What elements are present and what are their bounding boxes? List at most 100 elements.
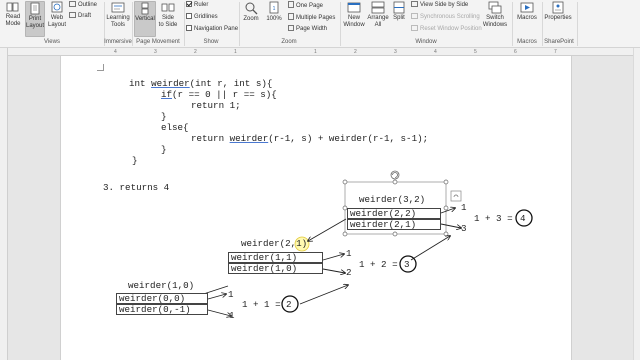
split-button[interactable]: Split [390, 1, 408, 37]
show-group-label: Show [203, 39, 219, 45]
side-to-side-label: Side to Side [158, 15, 178, 28]
return-value: 1 [228, 289, 234, 300]
outline-button[interactable]: Outline [69, 1, 97, 9]
draft-button[interactable]: Draft [69, 12, 91, 20]
reset-window-position-label: Reset Window Position [420, 26, 482, 32]
new-window-button[interactable]: New Window [342, 1, 366, 37]
arrange-all-label: Arrange All [367, 15, 389, 28]
multiple-pages-button[interactable]: Multiple Pages [288, 13, 335, 22]
web-layout-button[interactable]: Web Layout [47, 1, 67, 37]
macros-icon [520, 2, 534, 13]
new-window-icon [347, 2, 361, 13]
node-title-1-0: weirder(1,0) [128, 280, 195, 291]
node-child-1-0: weirder(1,0) [228, 263, 323, 274]
sharepoint-group-label: SharePoint [544, 39, 574, 45]
web-layout-label: Web Layout [47, 15, 66, 28]
one-page-button[interactable]: One Page [288, 1, 323, 10]
ruler-label: Ruler [194, 2, 209, 8]
result-value: 4 [520, 213, 526, 224]
one-page-icon [288, 1, 294, 8]
multiple-pages-icon [288, 13, 294, 20]
rotate-handle-icon[interactable] [390, 170, 400, 180]
node-child-1-1: weirder(1,1) [228, 252, 323, 263]
synchronous-scrolling-label: Synchronous Scrolling [420, 14, 480, 20]
ruler-number: 3 [154, 49, 157, 55]
learning-tools-button[interactable]: Learning Tools [106, 1, 130, 37]
switch-windows-label: Switch Windows [482, 15, 508, 28]
learning-tools-icon [111, 2, 125, 13]
side-by-side-icon [411, 1, 418, 7]
node-child-0-0: weirder(0,0) [116, 293, 208, 304]
page-movement-group-label: Page Movement [136, 39, 180, 45]
vertical-button[interactable]: Vertical [134, 1, 156, 37]
print-layout-label: Print Layout [26, 16, 45, 29]
document-page[interactable]: int weirder(int r, int s){ if(r == 0 || … [60, 56, 572, 360]
svg-text:1: 1 [273, 6, 276, 12]
vertical-pages-icon [141, 2, 149, 15]
sum-expression: 1 + 2 = [359, 259, 398, 270]
gridlines-label: Gridlines [194, 14, 218, 20]
page-width-button[interactable]: Page Width [288, 25, 327, 33]
view-side-by-side-button[interactable]: View Side by Side [411, 1, 468, 9]
gridlines-checkbox[interactable]: Gridlines [186, 13, 218, 21]
globe-page-icon [51, 1, 63, 13]
arrange-all-button[interactable]: Arrange All [367, 1, 389, 37]
properties-button[interactable]: Properties [544, 1, 572, 37]
zoom-100-button[interactable]: 1 100% [263, 1, 285, 37]
multiple-pages-label: Multiple Pages [296, 15, 336, 21]
read-mode-label: Read Mode [5, 14, 21, 27]
navigation-pane-label: Navigation Pane [194, 26, 239, 32]
draft-icon [69, 12, 76, 18]
views-group-label: Views [44, 39, 60, 45]
zoom-label: Zoom [243, 16, 259, 22]
ruler-number: 2 [194, 49, 197, 55]
ruler-number: 5 [474, 49, 477, 55]
immersive-group-label: Immersive [104, 39, 132, 45]
read-mode-button[interactable]: Read Mode [2, 1, 24, 37]
navigation-pane-check-icon [186, 25, 192, 31]
page-width-label: Page Width [296, 26, 328, 32]
magnifier-icon [245, 2, 258, 15]
return-value: 3 [461, 223, 467, 234]
ruler-checkbox[interactable]: Ruler [186, 1, 208, 9]
arrange-all-icon [371, 1, 385, 14]
horizontal-ruler[interactable]: 4 3 2 1 1 2 3 4 5 6 7 [8, 48, 633, 56]
ruler-number: 6 [514, 49, 517, 55]
layout-options-icon[interactable] [450, 190, 462, 202]
print-layout-button[interactable]: Print Layout [25, 1, 45, 37]
result-value: 2 [286, 299, 292, 310]
group-separator [577, 2, 578, 46]
vertical-scrollbar[interactable] [633, 48, 640, 360]
return-value: 1 [346, 248, 352, 259]
view-side-by-side-label: View Side by Side [420, 2, 469, 8]
return-value: 2 [346, 267, 352, 278]
macros-group-label: Macros [517, 39, 537, 45]
ruler-number: 2 [354, 49, 357, 55]
reset-window-position-button[interactable]: Reset Window Position [411, 25, 482, 33]
window-group-label: Window [415, 39, 437, 45]
ribbon: Read Mode Print Layout Web Layout Outlin… [0, 0, 640, 48]
macros-label: Macros [517, 15, 537, 21]
sum-expression: 1 + 3 = [474, 213, 513, 224]
ruler-number: 4 [434, 49, 437, 55]
synchronous-scrolling-button[interactable]: Synchronous Scrolling [411, 13, 480, 21]
node-title-2-1: weirder(2,1) [241, 238, 308, 249]
vertical-ruler[interactable] [0, 48, 8, 360]
ruler-number: 1 [234, 49, 237, 55]
node-title-3-2: weirder(3,2) [359, 194, 426, 205]
ruler-number: 4 [114, 49, 117, 55]
zoom-100-label: 100% [266, 16, 282, 22]
outline-label: Outline [78, 2, 98, 8]
macros-button[interactable]: Macros [515, 1, 539, 37]
result-value: 3 [404, 259, 410, 270]
book-icon [6, 2, 19, 12]
node-child-2-1: weirder(2,1) [347, 219, 441, 230]
switch-windows-icon [488, 1, 502, 14]
switch-windows-button[interactable]: Switch Windows [482, 1, 508, 37]
navigation-pane-checkbox[interactable]: Navigation Pane [186, 25, 238, 33]
zoom-button[interactable]: Zoom [241, 1, 261, 37]
side-to-side-button[interactable]: Side to Side [157, 1, 179, 37]
draft-label: Draft [78, 13, 92, 19]
ruler-number: 1 [314, 49, 317, 55]
gridlines-check-icon [186, 13, 192, 19]
